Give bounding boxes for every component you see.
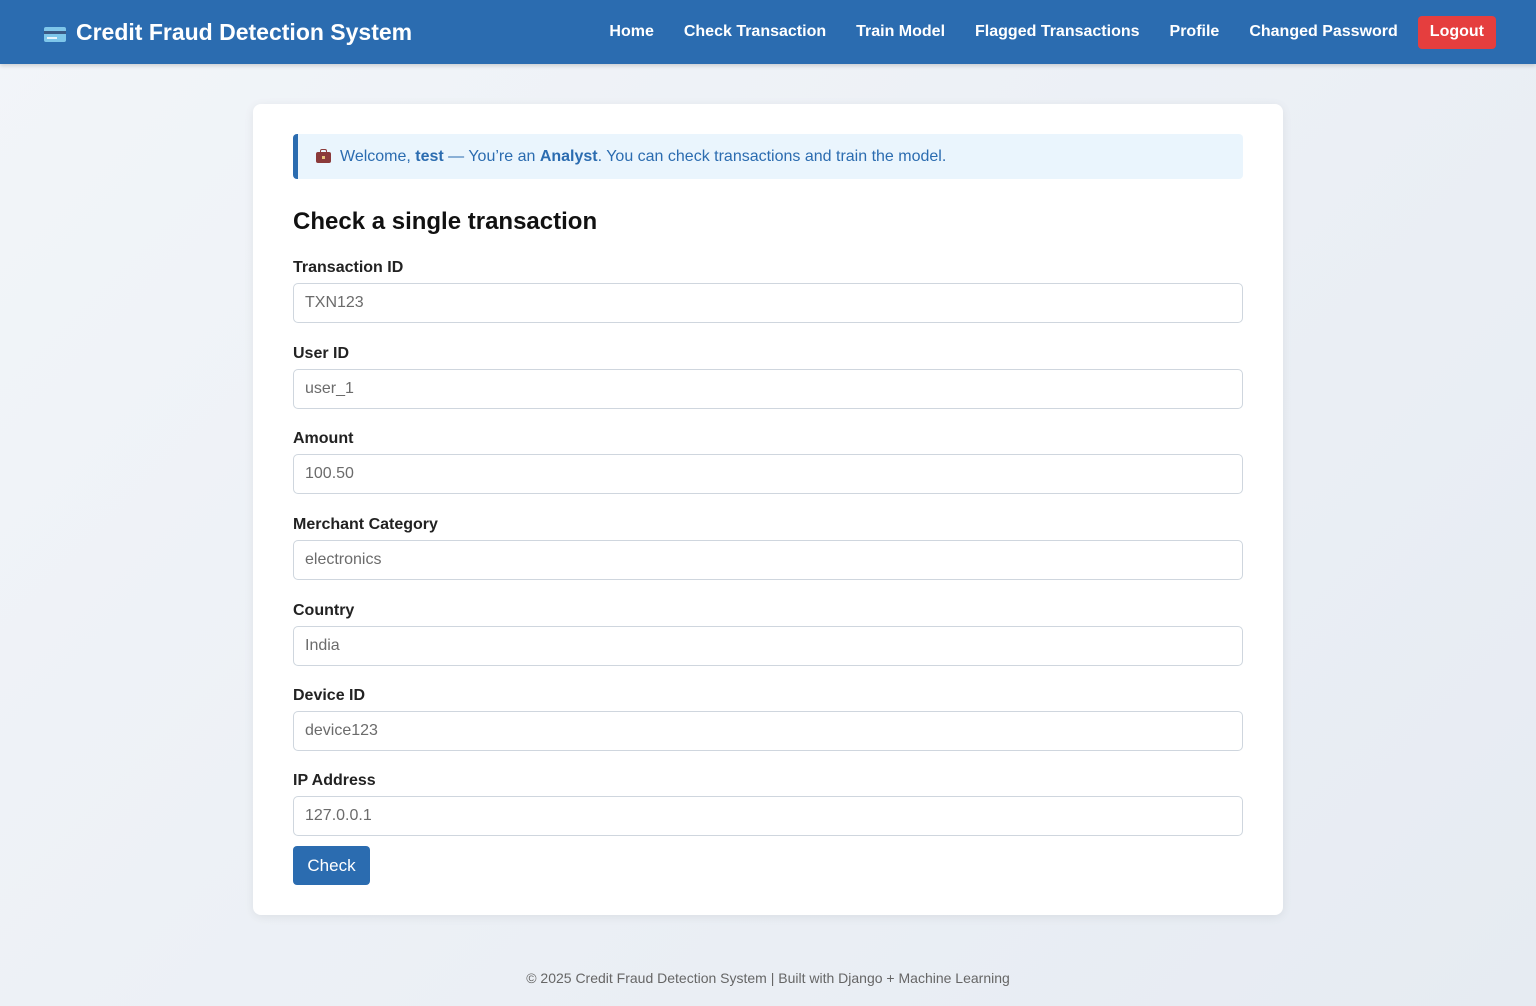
welcome-username: test	[415, 147, 444, 165]
transaction-id-label: Transaction ID	[293, 259, 404, 276]
app-title: Credit Fraud Detection System	[76, 18, 413, 45]
field-country: Country	[293, 601, 1243, 666]
welcome-suffix: . You can check transactions and train t…	[597, 147, 947, 165]
field-user-id: User ID	[293, 344, 1243, 409]
merchant-category-input[interactable]	[293, 540, 1243, 580]
check-button[interactable]: Check	[293, 846, 370, 885]
device-id-label: Device ID	[293, 687, 366, 704]
field-merchant-category: Merchant Category	[293, 515, 1243, 580]
nav-train-model[interactable]: Train Model	[856, 23, 945, 41]
ip-address-input[interactable]	[293, 796, 1243, 836]
form-title: Check a single transaction	[293, 208, 598, 235]
credit-card-icon	[44, 26, 66, 42]
nav-check-transaction[interactable]: Check Transaction	[684, 23, 826, 41]
field-ip-address: IP Address	[293, 771, 1243, 836]
brand[interactable]: Credit Fraud Detection System	[44, 0, 412, 64]
welcome-role: Analyst	[539, 147, 598, 165]
briefcase-icon	[316, 148, 331, 163]
ip-address-label: IP Address	[293, 772, 376, 789]
merchant-category-label: Merchant Category	[293, 516, 438, 533]
amount-input[interactable]	[293, 454, 1243, 494]
nav-links: Home Check Transaction Train Model Flagg…	[579, 0, 1496, 64]
field-amount: Amount	[293, 429, 1243, 494]
welcome-alert: Welcome, test — You’re an Analyst. You c…	[293, 134, 1243, 179]
main-card: Welcome, test — You’re an Analyst. You c…	[253, 104, 1283, 915]
country-label: Country	[293, 602, 355, 619]
nav-profile[interactable]: Profile	[1170, 23, 1220, 41]
nav-flagged-transactions[interactable]: Flagged Transactions	[975, 23, 1139, 41]
welcome-prefix: Welcome,	[340, 147, 416, 165]
nav-changed-password[interactable]: Changed Password	[1249, 23, 1397, 41]
device-id-input[interactable]	[293, 711, 1243, 751]
field-transaction-id: Transaction ID	[293, 258, 1243, 323]
user-id-label: User ID	[293, 345, 350, 362]
user-id-input[interactable]	[293, 369, 1243, 409]
nav-home[interactable]: Home	[609, 23, 653, 41]
navbar: Credit Fraud Detection System Home Check…	[0, 0, 1536, 64]
footer: © 2025 Credit Fraud Detection System | B…	[526, 970, 1010, 986]
amount-label: Amount	[293, 430, 354, 447]
transaction-id-input[interactable]	[293, 283, 1243, 323]
welcome-middle: — You’re an	[443, 147, 540, 165]
country-input[interactable]	[293, 626, 1243, 666]
logout-button[interactable]: Logout	[1417, 15, 1496, 49]
field-device-id: Device ID	[293, 686, 1243, 751]
